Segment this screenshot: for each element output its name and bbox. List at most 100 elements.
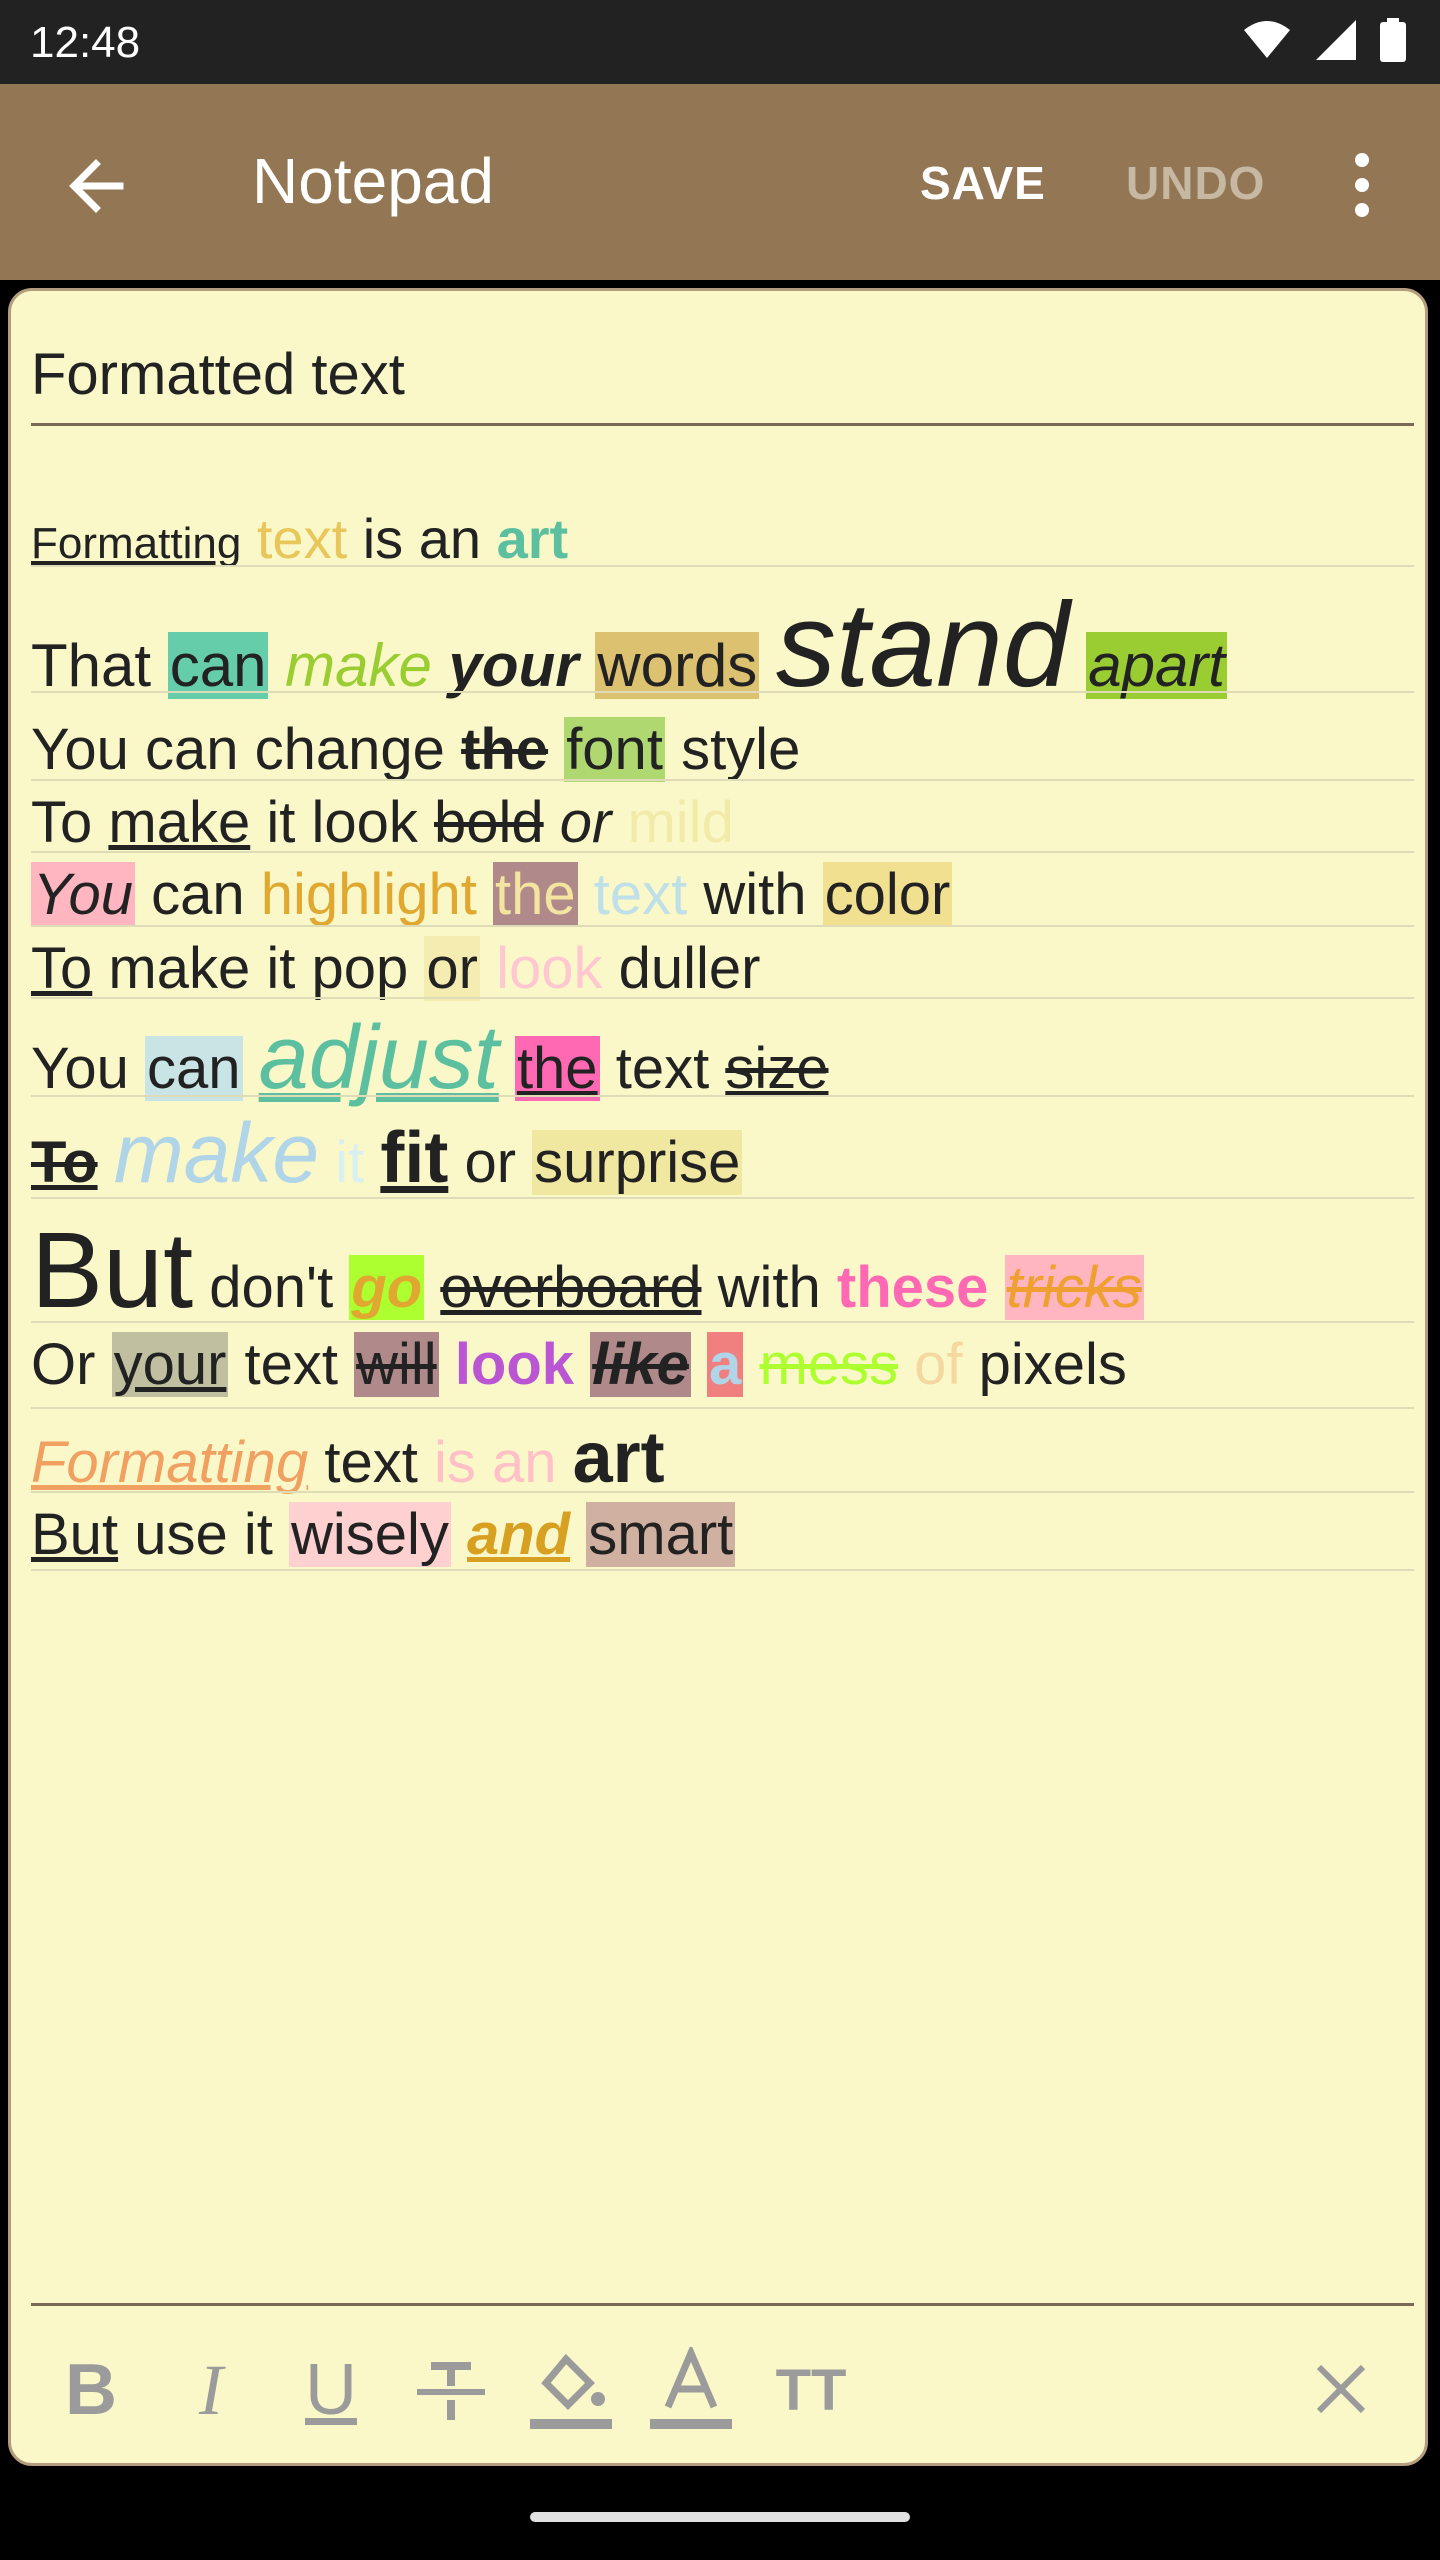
line-rule: [31, 691, 1414, 693]
formatted-word: That: [31, 632, 152, 699]
italic-button[interactable]: I: [151, 2335, 271, 2445]
status-time: 12:48: [30, 18, 141, 67]
formatted-word: You: [31, 862, 135, 927]
line-rule: [31, 997, 1414, 999]
formatted-word: To: [31, 1130, 98, 1195]
line-rule: [31, 1407, 1414, 1409]
formatted-word: can: [167, 632, 269, 699]
close-icon: [1316, 2364, 1366, 2414]
body-line-8[interactable]: To make it fit or surprise: [31, 1105, 743, 1202]
formatted-word: art: [496, 507, 569, 570]
formatted-word: can: [145, 1036, 243, 1101]
formatted-word: wisely: [288, 1502, 451, 1567]
formatted-word: look: [496, 936, 603, 1001]
formatted-word: font: [564, 717, 665, 782]
formatted-word: or: [559, 790, 612, 855]
signal-icon: [1316, 20, 1356, 60]
body-line-9[interactable]: But don't go overboard with these tricks: [31, 1207, 1144, 1332]
navigation-bar: [0, 2476, 1440, 2560]
line-rule: [31, 565, 1414, 567]
body-line-12[interactable]: But use it wisely and smart: [31, 1501, 736, 1568]
formatted-word: use: [134, 1502, 228, 1567]
line-rule: [31, 1197, 1414, 1199]
body-line-1[interactable]: Formatting text is an art: [31, 506, 568, 571]
body-line-4[interactable]: To make it look bold or mild: [31, 789, 734, 856]
formatted-word: will: [354, 1332, 439, 1397]
formatted-word: the: [461, 717, 549, 782]
body-line-3[interactable]: You can change the font style: [31, 716, 800, 783]
formatted-word: bold: [434, 790, 544, 855]
bold-button[interactable]: B: [31, 2335, 151, 2445]
formatted-word: text: [244, 1332, 339, 1397]
formatted-word: adjust: [258, 1008, 499, 1108]
body-line-10[interactable]: Or your text will look like a mess of pi…: [31, 1331, 1127, 1398]
formatted-word: make: [108, 790, 251, 855]
formatted-word: fit: [380, 1118, 449, 1198]
body-line-5[interactable]: You can highlight the text with color: [31, 861, 953, 928]
formatted-word: it: [335, 1130, 365, 1195]
formatted-word: Formatting: [31, 1430, 309, 1495]
text-size-button[interactable]: TT: [751, 2335, 871, 2445]
line-rule: [31, 1569, 1414, 1571]
body-line-11[interactable]: Formatting text is an art: [31, 1417, 665, 1499]
formatted-word: To: [31, 790, 93, 855]
wifi-icon: [1244, 21, 1290, 58]
highlight-color-button[interactable]: [511, 2335, 631, 2445]
text-color-button[interactable]: [631, 2335, 751, 2445]
app-title: Notepad: [252, 145, 494, 217]
close-toolbar-button[interactable]: [1291, 2339, 1391, 2439]
status-icons: [1242, 18, 1406, 62]
formatted-word: with: [717, 1255, 821, 1320]
formatted-word: apart: [1086, 632, 1227, 699]
title-divider: [31, 423, 1414, 426]
formatted-word: duller: [618, 936, 761, 1001]
text-size-icon: TT: [775, 2357, 847, 2423]
save-button[interactable]: SAVE: [920, 156, 1046, 210]
formatted-word: pop: [311, 936, 409, 1001]
line-rule: [31, 925, 1414, 927]
formatted-word: it: [243, 1502, 273, 1567]
formatted-word: You: [31, 1036, 129, 1101]
undo-button[interactable]: UNDO: [1126, 156, 1265, 210]
formatted-word: or: [424, 936, 480, 1001]
line-rule: [31, 1321, 1414, 1323]
line-rule: [31, 779, 1414, 781]
strikethrough-button[interactable]: [391, 2335, 511, 2445]
formatted-word: your: [111, 1332, 229, 1397]
formatted-word: an: [491, 1430, 557, 1495]
note-title-field[interactable]: Formatted text: [31, 341, 405, 408]
body-line-2[interactable]: That can make your words stand apart: [31, 576, 1227, 714]
formatted-word: color: [822, 862, 953, 927]
formatted-word: an: [418, 507, 481, 570]
formatted-word: To: [31, 936, 93, 1001]
formatted-word: of: [914, 1332, 963, 1397]
formatted-word: the: [492, 862, 578, 927]
app-bar: Notepad SAVE UNDO: [0, 84, 1440, 280]
formatted-word: But: [31, 1502, 119, 1567]
italic-icon: I: [199, 2349, 223, 2430]
formatted-word: make: [285, 632, 432, 699]
formatted-word: smart: [586, 1502, 736, 1567]
more-options-icon[interactable]: [1348, 150, 1376, 220]
formatted-word: look: [454, 1332, 575, 1397]
formatted-word: size: [725, 1036, 829, 1101]
fill-color-icon: [530, 2353, 612, 2429]
body-line-6[interactable]: To make it pop or look duller: [31, 935, 760, 1002]
line-rule: [31, 1491, 1414, 1493]
formatted-word: highlight: [260, 862, 477, 927]
formatted-word: and: [467, 1502, 571, 1567]
formatted-word: can: [151, 862, 245, 927]
formatted-word: Formatting: [31, 519, 242, 568]
formatted-word: like: [590, 1332, 691, 1397]
home-gesture-pill[interactable]: [530, 2512, 910, 2522]
formatted-word: You: [31, 717, 129, 782]
formatted-word: make: [108, 936, 251, 1001]
formatted-word: these: [836, 1255, 989, 1320]
formatted-word: But: [31, 1209, 194, 1330]
formatted-word: can: [145, 717, 239, 782]
back-arrow-icon[interactable]: [60, 146, 140, 226]
strikethrough-icon: [417, 2362, 485, 2420]
underline-button[interactable]: U: [271, 2335, 391, 2445]
formatted-word: don't: [209, 1255, 334, 1320]
formatted-word: surprise: [532, 1130, 743, 1195]
